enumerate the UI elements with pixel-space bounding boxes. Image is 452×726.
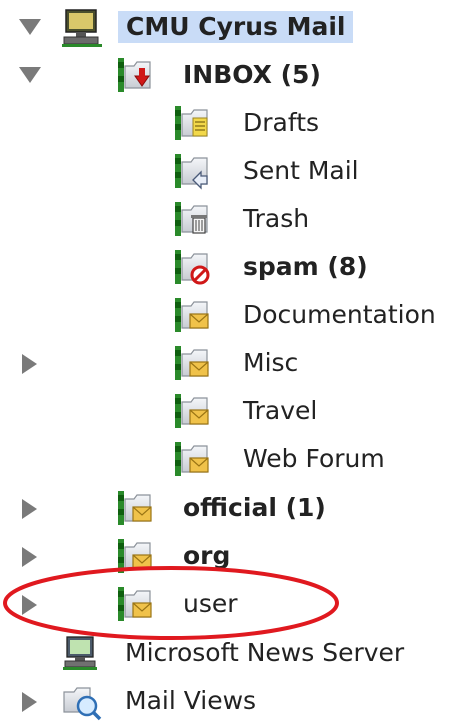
mail-folder-tree: CMU Cyrus Mail INBOX (5) Drafts Sent Mai…: [0, 0, 452, 725]
mail-folder-icon: [173, 392, 213, 430]
tree-row-spam[interactable]: spam (8): [0, 246, 452, 290]
tree-row-inbox[interactable]: INBOX (5): [0, 54, 452, 98]
mail-folder-icon: [116, 489, 156, 527]
collapsed-triangle-icon[interactable]: [22, 692, 37, 712]
tree-label-travel: Travel: [243, 396, 318, 425]
tree-label-user: user: [183, 589, 238, 618]
tree-row-misc[interactable]: Misc: [0, 342, 452, 386]
tree-label-sent-mail: Sent Mail: [243, 156, 359, 185]
tree-label-drafts: Drafts: [243, 108, 320, 137]
tree-row-travel[interactable]: Travel: [0, 390, 452, 434]
collapsed-triangle-icon[interactable]: [22, 595, 37, 615]
sent-folder-icon: [173, 152, 213, 190]
server-computer-icon: [60, 8, 102, 47]
tree-row-news-server[interactable]: Microsoft News Server: [0, 632, 452, 676]
tree-label-mail-views: Mail Views: [125, 686, 257, 715]
mail-folder-icon: [173, 344, 213, 382]
mail-folder-icon: [173, 296, 213, 334]
tree-label-web-forum: Web Forum: [243, 444, 385, 473]
tree-row-sent-mail[interactable]: Sent Mail: [0, 150, 452, 194]
collapsed-triangle-icon[interactable]: [22, 354, 37, 374]
tree-label-inbox: INBOX (5): [183, 60, 321, 89]
inbox-folder-icon: [116, 56, 156, 94]
tree-label-spam: spam (8): [243, 252, 368, 281]
tree-row-official[interactable]: official (1): [0, 487, 452, 531]
collapsed-triangle-icon[interactable]: [22, 547, 37, 567]
tree-label-server: CMU Cyrus Mail: [118, 11, 354, 43]
tree-label-documentation: Documentation: [243, 300, 436, 329]
mail-folder-icon: [173, 440, 213, 478]
tree-row-mail-views[interactable]: Mail Views: [0, 680, 452, 724]
mail-folder-icon: [116, 585, 156, 623]
tree-row-drafts[interactable]: Drafts: [0, 102, 452, 146]
news-server-icon: [60, 634, 100, 672]
tree-row-user[interactable]: user: [0, 583, 452, 627]
tree-label-news-server: Microsoft News Server: [125, 638, 405, 667]
expanded-triangle-icon[interactable]: [19, 19, 41, 35]
trash-folder-icon: [173, 200, 213, 238]
spam-folder-icon: [173, 248, 213, 286]
tree-label-misc: Misc: [243, 348, 299, 377]
tree-label-org: org: [183, 541, 231, 570]
tree-label-trash: Trash: [243, 204, 310, 233]
tree-row-trash[interactable]: Trash: [0, 198, 452, 242]
tree-row-org[interactable]: org: [0, 535, 452, 579]
mail-views-icon: [60, 682, 102, 721]
drafts-folder-icon: [173, 104, 213, 142]
expanded-triangle-icon[interactable]: [19, 67, 41, 83]
collapsed-triangle-icon[interactable]: [22, 499, 37, 519]
tree-label-official: official (1): [183, 493, 326, 522]
tree-row-web-forum[interactable]: Web Forum: [0, 438, 452, 482]
tree-row-documentation[interactable]: Documentation: [0, 294, 452, 338]
mail-folder-icon: [116, 537, 156, 575]
tree-row-server[interactable]: CMU Cyrus Mail: [0, 6, 452, 50]
